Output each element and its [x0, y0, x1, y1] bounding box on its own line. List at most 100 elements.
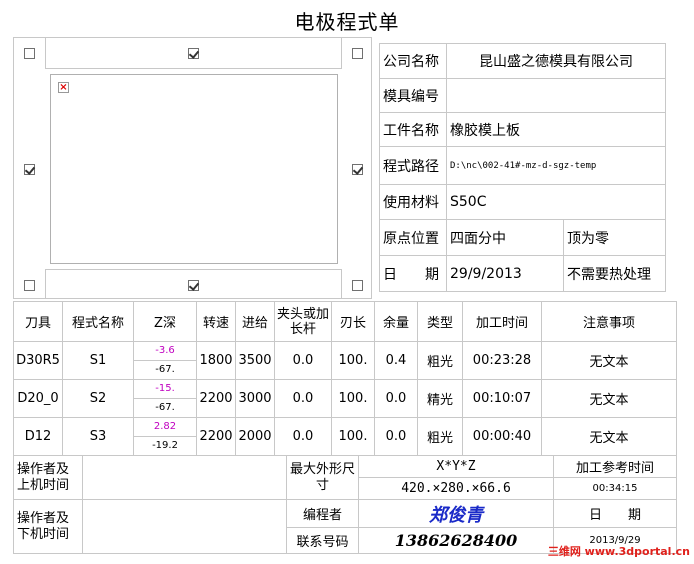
cell-speed: 2200 [196, 417, 236, 456]
cell-feed: 3000 [235, 379, 275, 418]
date-label: 日 期 [553, 499, 677, 528]
xyz-value: 420.×280.×66.6 [358, 477, 554, 500]
max-size-label: 最大外形尺寸 [286, 455, 359, 500]
footer-table: 操作者及上机时间 最大外形尺寸 X*Y*Z 加工参考时间 420.×280.×6… [13, 455, 677, 554]
table-row: D12 S3 2.82 -19.2 2200 2000 0.0 100. 0.0… [13, 417, 677, 456]
operator-off-label: 操作者及下机时间 [13, 499, 83, 554]
info-row: 模具编号 [379, 78, 666, 113]
cell-feed: 3500 [235, 341, 275, 380]
checkbox-bottom-right[interactable] [352, 280, 363, 291]
info-row: 使用材料 S50C [379, 184, 666, 220]
cell-z-bottom: -19.2 [152, 440, 178, 451]
cell-program: S3 [62, 417, 134, 456]
cell-blade: 100. [331, 341, 375, 380]
cell-z-bottom: -67. [155, 364, 175, 375]
cell-speed: 1800 [196, 341, 236, 380]
operator-off-value[interactable] [82, 499, 287, 554]
cell-z-top: -3.6 [134, 342, 196, 361]
col-header: Z深 [133, 301, 197, 342]
broken-image-icon: × [58, 82, 69, 93]
col-header: 余量 [374, 301, 418, 342]
cell-type: 粗光 [417, 417, 463, 456]
info-value: 29/9/2013 [446, 255, 564, 292]
cell-time: 00:10:07 [462, 379, 542, 418]
operator-on-label: 操作者及上机时间 [13, 455, 83, 500]
cell-time: 00:00:40 [462, 417, 542, 456]
checkbox-top-right[interactable] [352, 48, 363, 59]
info-label: 程式路径 [379, 146, 447, 185]
cell-chuck: 0.0 [274, 379, 332, 418]
col-header: 刀具 [13, 301, 63, 342]
header-row: 刀具 程式名称 Z深 转速 进给 夹头或加长杆 刃长 余量 类型 加工时间 注意… [13, 301, 677, 342]
info-value: 昆山盛之德模具有限公司 [446, 43, 666, 79]
info-label: 公司名称 [379, 43, 447, 79]
info-label: 原点位置 [379, 219, 447, 256]
col-header: 类型 [417, 301, 463, 342]
info-row: 程式路径 D:\nc\002-41#-mz-d-sgz-temp [379, 146, 666, 185]
info-label: 工件名称 [379, 112, 447, 147]
checkbox-bottom-left[interactable] [24, 280, 35, 291]
info-label: 日 期 [379, 255, 447, 292]
col-header: 转速 [196, 301, 236, 342]
col-header: 夹头或加长杆 [274, 301, 332, 342]
page-title: 电极程式单 [294, 10, 400, 34]
info-value [446, 78, 666, 113]
info-row: 日 期 29/9/2013 不需要热处理 [379, 255, 666, 292]
cell-time: 00:23:28 [462, 341, 542, 380]
info-value: D:\nc\002-41#-mz-d-sgz-temp [446, 146, 666, 185]
cell-allowance: 0.0 [374, 417, 418, 456]
cell-tool: D20_0 [13, 379, 63, 418]
col-header: 进给 [235, 301, 275, 342]
info-label: 模具编号 [379, 78, 447, 113]
info-value: 橡胶模上板 [446, 112, 666, 147]
cell-program: S1 [62, 341, 134, 380]
cell-blade: 100. [331, 417, 375, 456]
col-header: 加工时间 [462, 301, 542, 342]
programmer-signature: 郑俊青 [358, 499, 554, 528]
cell-z-bottom: -67. [155, 402, 175, 413]
xyz-label: X*Y*Z [358, 455, 554, 478]
checkbox-top-center[interactable] [188, 48, 199, 59]
cell-z-top: 2.82 [134, 418, 196, 437]
operator-on-value[interactable] [82, 455, 287, 500]
cell-type: 粗光 [417, 341, 463, 380]
table-row: D20_0 S2 -15. -67. 2200 3000 0.0 100. 0.… [13, 379, 677, 418]
info-row: 原点位置 四面分中 顶为零 [379, 219, 666, 256]
cell-note: 无文本 [541, 341, 677, 380]
info-row: 工件名称 橡胶模上板 [379, 112, 666, 147]
info-table: 公司名称 昆山盛之德模具有限公司 模具编号 工件名称 橡胶模上板 程式路径 D:… [379, 43, 666, 292]
cell-type: 精光 [417, 379, 463, 418]
col-header: 刃长 [331, 301, 375, 342]
info-label: 使用材料 [379, 184, 447, 220]
cell-allowance: 0.4 [374, 341, 418, 380]
info-value: S50C [446, 184, 666, 220]
programmer-label: 编程者 [286, 499, 359, 528]
cell-chuck: 0.0 [274, 341, 332, 380]
image-frame [50, 74, 338, 264]
checkbox-bottom-center[interactable] [188, 280, 199, 291]
info-extra: 顶为零 [563, 219, 666, 256]
checkbox-middle-right[interactable] [352, 164, 363, 175]
cell-note: 无文本 [541, 379, 677, 418]
cell-note: 无文本 [541, 417, 677, 456]
checkbox-top-left[interactable] [24, 48, 35, 59]
footer-row: 操作者及上机时间 最大外形尺寸 X*Y*Z 加工参考时间 [13, 455, 677, 500]
phone-label: 联系号码 [286, 527, 359, 554]
ref-time-label: 加工参考时间 [553, 455, 677, 478]
cell-tool: D30R5 [13, 341, 63, 380]
info-extra: 不需要热处理 [563, 255, 666, 292]
cell-program: S2 [62, 379, 134, 418]
info-row: 公司名称 昆山盛之德模具有限公司 [379, 43, 666, 79]
cell-z-top: -15. [134, 380, 196, 399]
checkbox-middle-left[interactable] [24, 164, 35, 175]
table-row: D30R5 S1 -3.6 -67. 1800 3500 0.0 100. 0.… [13, 341, 677, 380]
cell-tool: D12 [13, 417, 63, 456]
col-header: 注意事项 [541, 301, 677, 342]
watermark-logo: 三维网 www.3dportal.cn [547, 545, 690, 558]
footer-row: 操作者及下机时间 编程者 郑俊青 日 期 [13, 499, 677, 554]
ref-time-value: 00:34:15 [553, 477, 677, 500]
info-value: 四面分中 [446, 219, 564, 256]
program-table: 刀具 程式名称 Z深 转速 进给 夹头或加长杆 刃长 余量 类型 加工时间 注意… [13, 301, 677, 456]
cell-allowance: 0.0 [374, 379, 418, 418]
cell-blade: 100. [331, 379, 375, 418]
